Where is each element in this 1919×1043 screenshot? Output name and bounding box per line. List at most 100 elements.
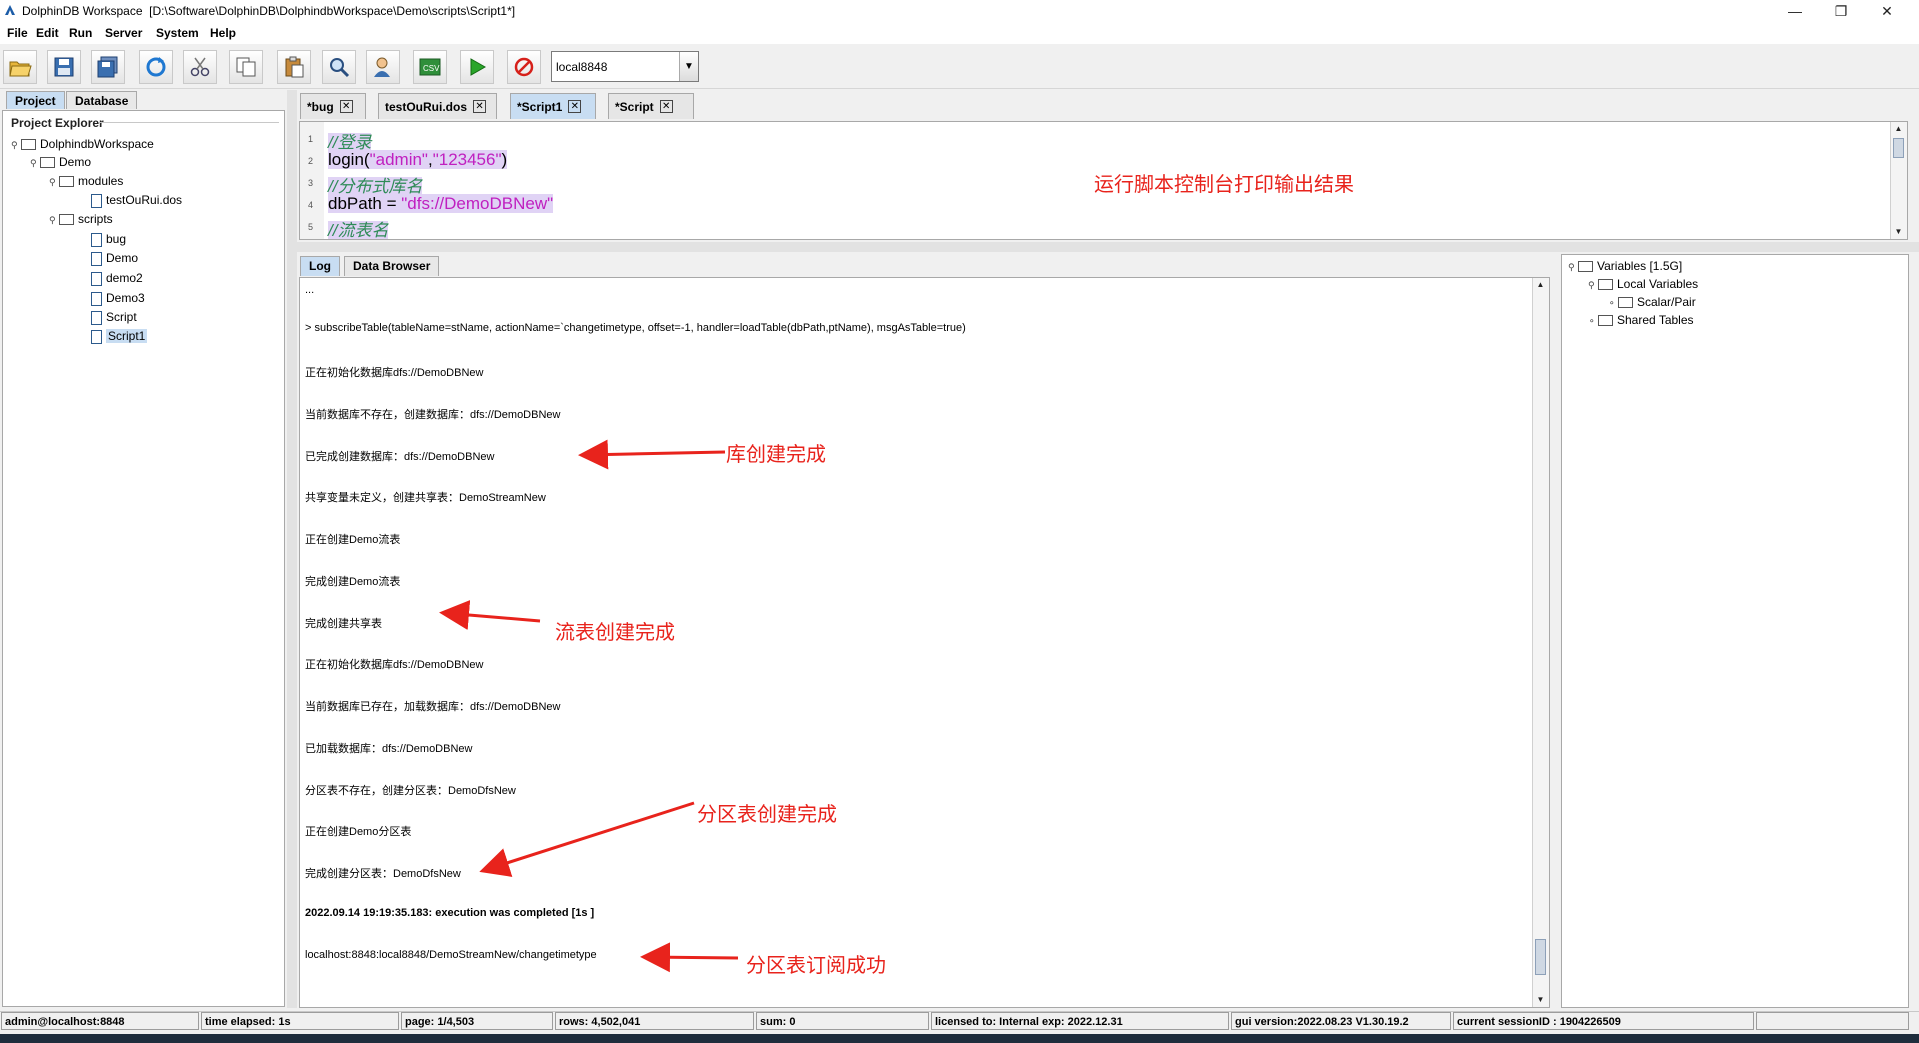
annotation-partition-created: 分区表创建完成 [697, 804, 837, 826]
folder-icon [1618, 297, 1633, 309]
tree-node-label: Script [106, 310, 137, 324]
tree-node-demo3[interactable]: Demo3 [91, 289, 145, 307]
tab-project[interactable]: Project [6, 91, 65, 109]
tab-testouri[interactable]: testOuRui.dos ✕ [378, 93, 497, 119]
expand-icon[interactable]: ⚬ [1608, 294, 1618, 312]
log-line: 当前数据库已存在，加载数据库：dfs://DemoDBNew [305, 701, 561, 713]
scroll-up-icon[interactable]: ▲ [1533, 278, 1548, 292]
log-line: 完成创建Demo流表 [305, 576, 401, 588]
expand-icon[interactable]: ⚲ [1568, 258, 1578, 276]
tab-bug[interactable]: *bug ✕ [300, 93, 366, 119]
scroll-thumb[interactable] [1535, 939, 1546, 975]
tree-node-demo-folder[interactable]: ⚲ Demo [30, 153, 91, 171]
run-icon [470, 58, 487, 76]
scroll-up-icon[interactable]: ▲ [1891, 122, 1906, 136]
log-line: 已加载数据库：dfs://DemoDBNew [305, 743, 473, 755]
menu-help[interactable]: Help [210, 26, 236, 40]
tree-node-bug[interactable]: bug [91, 230, 126, 248]
tree-node-variables[interactable]: ⚲ Variables [1.5G] [1568, 257, 1682, 275]
save-icon [54, 57, 74, 77]
horizontal-splitter[interactable] [297, 242, 1919, 252]
restore-button[interactable]: ❐ [1818, 0, 1864, 22]
tree-node-label: Demo3 [106, 291, 145, 305]
tree-node-local-variables[interactable]: ⚲ Local Variables [1588, 275, 1698, 293]
minimize-button[interactable]: — [1772, 0, 1818, 22]
status-sum: sum: 0 [756, 1012, 929, 1030]
close-icon[interactable]: ✕ [659, 100, 673, 113]
variables-panel: ⚲ Variables [1.5G] ⚲ Local Variables ⚬ Scal… [1561, 254, 1909, 1008]
menu-file[interactable]: File [7, 26, 28, 40]
server-select[interactable]: local8848 ▼ [551, 51, 699, 82]
expand-icon[interactable]: ⚲ [30, 154, 40, 172]
chevron-down-icon[interactable]: ▼ [679, 52, 698, 81]
file-icon [91, 232, 102, 247]
expand-icon[interactable]: ⚲ [49, 211, 59, 229]
log-scrollbar[interactable]: ▲ ▼ [1532, 278, 1549, 1007]
user-button[interactable] [366, 50, 400, 84]
paste-icon [285, 56, 304, 78]
file-icon [91, 310, 102, 325]
tab-script[interactable]: *Script ✕ [608, 93, 694, 119]
copy-button[interactable] [229, 50, 263, 84]
log-line: 完成创建共享表 [305, 618, 382, 630]
paste-button[interactable] [277, 50, 311, 84]
close-button[interactable]: ✕ [1864, 0, 1910, 22]
tree-node-testouri[interactable]: testOuRui.dos [91, 191, 182, 209]
save-all-button[interactable] [91, 50, 125, 84]
code-comment: //流表名 [328, 221, 389, 240]
stop-button[interactable] [507, 50, 541, 84]
menu-system[interactable]: System [156, 26, 199, 40]
close-icon[interactable]: ✕ [473, 100, 487, 113]
scroll-thumb[interactable] [1893, 138, 1904, 158]
scroll-down-icon[interactable]: ▼ [1891, 225, 1906, 239]
tab-label: testOuRui.dos [385, 99, 468, 114]
log-line: 正在初始化数据库dfs://DemoDBNew [305, 367, 484, 379]
code-string: "admin" [369, 150, 428, 169]
tree-node-scalar-pair[interactable]: ⚬ Scalar/Pair [1608, 293, 1696, 311]
tab-log[interactable]: Log [300, 256, 340, 276]
expand-icon[interactable]: ⚲ [1588, 276, 1598, 294]
expand-icon[interactable]: ⚲ [11, 136, 21, 154]
tree-node-scripts[interactable]: ⚲ scripts [49, 210, 113, 228]
project-explorer-header: Project Explorer [11, 116, 104, 130]
tree-node-label: scripts [78, 212, 113, 226]
vertical-splitter[interactable] [287, 90, 297, 1008]
save-button[interactable] [47, 50, 81, 84]
tree-node-shared-tables[interactable]: ⚬ Shared Tables [1588, 311, 1694, 329]
tree-node-demo-file[interactable]: Demo [91, 249, 138, 267]
expand-icon[interactable]: ⚲ [49, 173, 59, 191]
close-icon[interactable]: ✕ [568, 100, 582, 113]
menu-run[interactable]: Run [69, 26, 92, 40]
tab-data-browser[interactable]: Data Browser [344, 256, 440, 276]
close-icon[interactable]: ✕ [339, 100, 353, 113]
menu-edit[interactable]: Edit [36, 26, 59, 40]
export-button[interactable]: CSV [413, 50, 447, 84]
tree-node-script[interactable]: Script [91, 308, 137, 326]
annotation-subscribed: 分区表订阅成功 [746, 955, 886, 977]
open-button[interactable] [3, 50, 37, 84]
log-line: 共享变量未定义，创建共享表：DemoStreamNew [305, 492, 546, 504]
tree-node-script1[interactable]: Script1 [91, 327, 148, 345]
tree-node-workspace[interactable]: ⚲ DolphindbWorkspace [11, 135, 154, 153]
refresh-button[interactable] [139, 50, 173, 84]
tab-script1[interactable]: *Script1 ✕ [510, 93, 596, 119]
folder-icon [1598, 279, 1613, 291]
run-button[interactable] [460, 50, 494, 84]
code-string: "123456" [432, 150, 502, 169]
scroll-down-icon[interactable]: ▼ [1533, 993, 1548, 1007]
find-button[interactable] [322, 50, 356, 84]
menu-server[interactable]: Server [105, 26, 142, 40]
status-user: admin@localhost:8848 [1, 1012, 199, 1030]
cut-button[interactable] [183, 50, 217, 84]
tab-database[interactable]: Database [66, 91, 138, 109]
folder-icon [59, 176, 74, 188]
app-logo-icon [4, 4, 16, 16]
expand-icon[interactable]: ⚬ [1588, 312, 1598, 330]
file-icon [91, 193, 102, 208]
status-empty [1756, 1012, 1909, 1030]
log-console[interactable]: ... > subscribeTable(tableName=stName, a… [299, 277, 1550, 1008]
editor-scrollbar[interactable]: ▲ ▼ [1890, 122, 1907, 239]
tree-node-modules[interactable]: ⚲ modules [49, 172, 123, 190]
tree-node-demo2[interactable]: demo2 [91, 269, 143, 287]
os-taskbar [0, 1034, 1919, 1043]
